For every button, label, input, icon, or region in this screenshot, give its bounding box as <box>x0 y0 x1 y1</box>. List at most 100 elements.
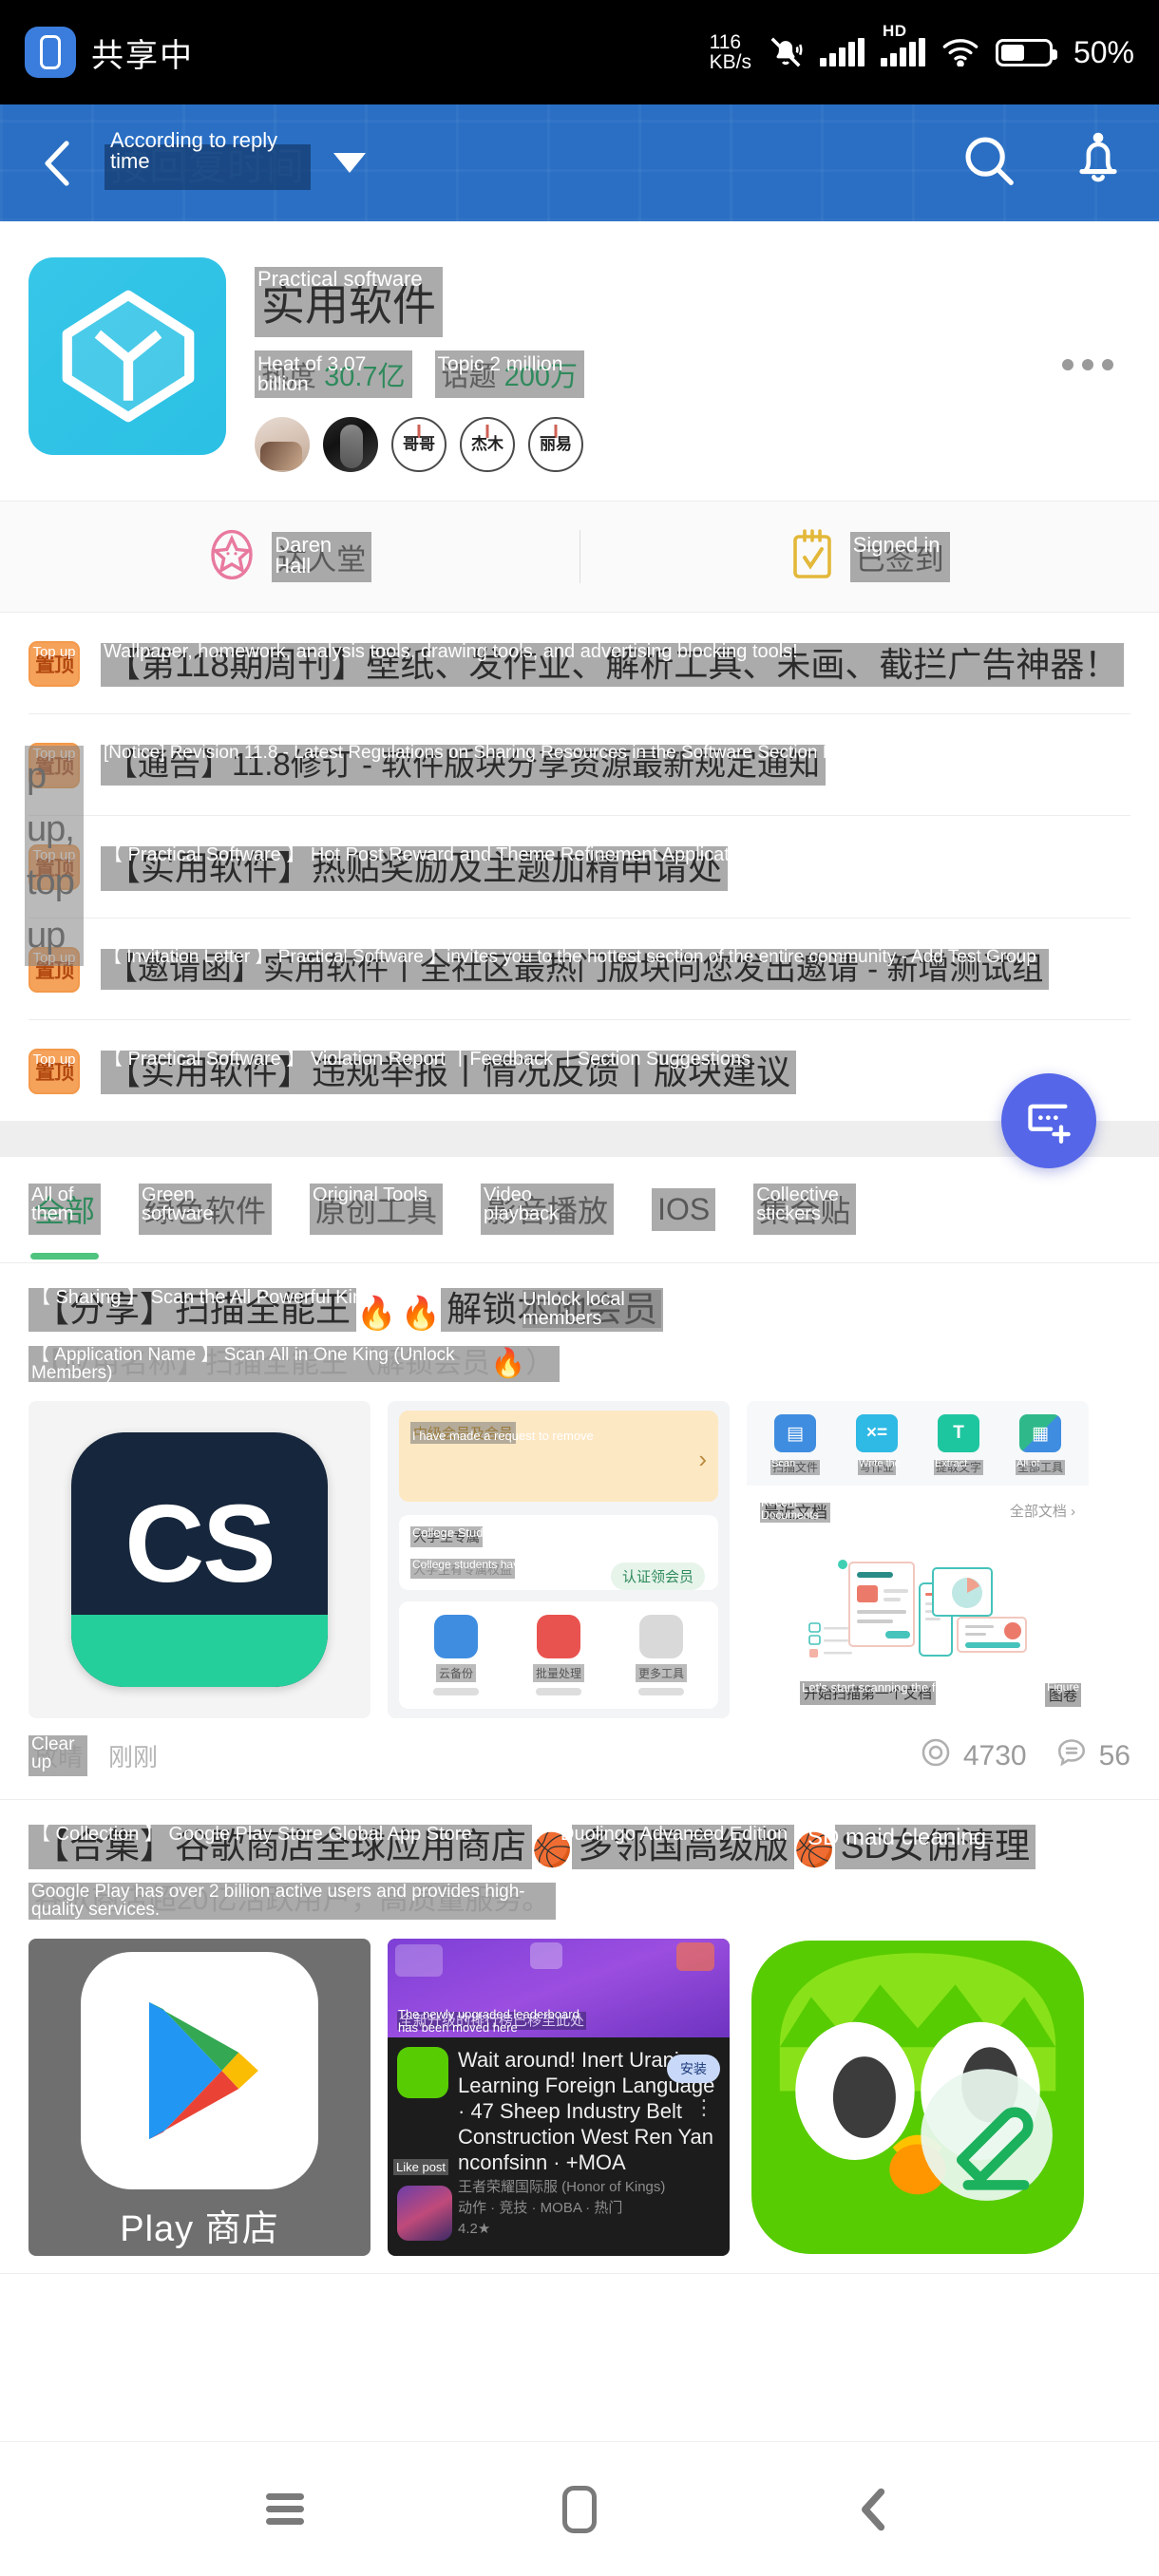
duolingo-app-icon-thumb[interactable] <box>747 1938 1089 2256</box>
quick-action-daren-hall[interactable]: 达人堂 Daren Hall <box>0 528 580 586</box>
tab-all-zh: 全部 <box>28 1184 102 1236</box>
tab-ios[interactable]: IOS <box>646 1187 721 1231</box>
network-speed: 116 KB/s <box>710 31 751 72</box>
kebab-menu-icon[interactable]: ⋮ <box>694 2096 714 2117</box>
forum-name: 实用软件 Practical software <box>255 267 443 337</box>
all-docs-link[interactable]: 全部文档 › <box>1010 1501 1075 1521</box>
student-row-en: College Student: <box>412 1525 504 1541</box>
app-item-title-zh: 王者荣耀国际服 (Honor of Kings) <box>458 2178 666 2195</box>
doc-tool-scan[interactable]: ▤ 扫描文件 Scan <box>754 1414 836 1476</box>
post-thumbnails: CS 中级会员及会员 I have made a request to remo… <box>28 1401 1130 1719</box>
eye-icon <box>920 1736 952 1776</box>
avatar[interactable]: 丽易 <box>528 417 583 472</box>
fire-emoji: 🔥 <box>400 1295 442 1332</box>
math-icon: ×= <box>856 1414 898 1453</box>
post1-sub-zh: 【应用名称】扫描全能王（解锁会员🔥） <box>28 1345 560 1383</box>
nav-recents[interactable] <box>242 2467 328 2552</box>
feature-cell[interactable]: 批量处理 <box>507 1615 610 1696</box>
fire-emoji: 🔥 <box>356 1295 397 1332</box>
feature-cell[interactable]: 云备份 <box>405 1615 507 1696</box>
hd-signal-icon: HD <box>880 22 925 66</box>
sort-selector[interactable]: 按回复时间 According to reply time <box>104 129 366 191</box>
post-comment-count: 56 <box>1055 1736 1130 1776</box>
avatar[interactable] <box>255 417 310 472</box>
sticky-post-row[interactable]: 置顶 Top up 【实用软件】热贴奖励及主题加精申请处 【 Practical… <box>28 816 1130 919</box>
play-store-label: Play 商店 <box>120 2208 279 2249</box>
duolingo-icon <box>397 2046 448 2098</box>
sticky-badge: 置顶 Top up <box>28 844 80 891</box>
text-icon: T <box>938 1414 979 1453</box>
avatar[interactable]: 杰木 <box>460 417 515 472</box>
search-icon[interactable] <box>960 131 1018 195</box>
back-chevron-icon[interactable] <box>34 136 84 191</box>
bell-icon[interactable] <box>1072 132 1125 194</box>
post-item[interactable]: 【分享】扫描全能王 🔥 🔥 解锁本地会员 【 Sharing 】 Scan the … <box>0 1262 1159 1801</box>
avatar[interactable]: 哥哥 <box>391 417 446 472</box>
start-scan-cta-en: Let's start scanning the fist document <box>802 1680 1006 1695</box>
nav-home[interactable] <box>537 2467 622 2552</box>
tab-video-playback[interactable]: 影音播放 Video playback <box>475 1184 619 1236</box>
sticky-post-row[interactable]: 置顶 Top up 【邀请函】实用软件丨全社区最热门版块向您发出邀请 - 新增测… <box>28 919 1130 1020</box>
avatar-seal-text: 杰木 <box>471 434 504 453</box>
nav-back[interactable] <box>831 2467 917 2552</box>
tab-collective-zh: 集合贴 <box>753 1184 857 1236</box>
sticky-post-row[interactable]: 置顶 Top up 【实用软件】违规举报丨情况反馈丨版块建议 【 Practic… <box>28 1020 1130 1121</box>
chevron-down-icon[interactable] <box>333 153 366 173</box>
sticky-post-title: 【邀请函】实用软件丨全社区最热门版块向您发出邀请 - 新增测试组 【 Invit… <box>101 947 1130 990</box>
forum-stats: 热度 30.7亿 Heat of 3.07 billion 话题 200万 To… <box>255 350 1062 398</box>
doc-tool-en: Write the <box>858 1458 901 1470</box>
sticky-title-zh: 【通告】11.8修订 - 软件版块分享资源最新规定通知 <box>101 745 826 786</box>
status-bar: 共享中 116 KB/s HD 50% <box>0 0 1159 104</box>
comment-count-value: 56 <box>1098 1739 1130 1771</box>
tab-all[interactable]: 全部 All of them <box>23 1184 106 1260</box>
google-play-store-icon-thumb[interactable]: Play 商店 <box>28 1938 370 2256</box>
heat-label: 热度 <box>261 362 325 392</box>
app-item-genre: 动作 · 竞技 · MOBA · 热门 <box>458 2199 623 2216</box>
scan-icon: ▤ <box>774 1414 816 1453</box>
tab-collective-stickers[interactable]: 集合贴 Collective stickers <box>748 1184 862 1236</box>
doc-tool-all[interactable]: ▦ 全部工具 All of <box>999 1414 1081 1476</box>
post-author[interactable]: 放晴 Clear up <box>28 1735 88 1777</box>
duolingo-owl-icon <box>751 1940 1084 2254</box>
like-post-label: Like post <box>393 2158 449 2175</box>
promo-banner: 中级会员及会员 I have made a request to remove … <box>399 1411 718 1503</box>
recent-docs-header: 最近文档 Recent Documents 全部文档 › <box>747 1486 1089 1524</box>
promo-banner-en: I have made a request to remove <box>412 1429 594 1444</box>
post-subtitle: 谷歌商店超20亿活跃用户，高质量服务。 Google Play has over… <box>28 1883 557 1920</box>
avatar-seal-text: 丽易 <box>540 434 572 453</box>
verify-member-pill[interactable]: 认证领会员 <box>610 1563 705 1591</box>
play-store-listing-screenshot-thumb[interactable]: 全新升级的排行榜已移至此处 The newly upgraded leaderb… <box>388 1938 730 2256</box>
sticky-post-row[interactable]: 置顶 Top up 【通告】11.8修订 - 软件版块分享资源最新规定通知 [N… <box>28 714 1130 817</box>
camscanner-home-screenshot-thumb[interactable]: 中级会员及会员 I have made a request to remove … <box>388 1401 730 1719</box>
calendar-check-icon <box>789 527 835 587</box>
feature-cell[interactable]: 更多工具 <box>610 1615 712 1696</box>
new-post-icon[interactable] <box>1001 1073 1096 1168</box>
sticky-title-zh: 【邀请函】实用软件丨全社区最热门版块向您发出邀请 - 新增测试组 <box>101 948 1050 990</box>
post2-title-part-b: 多邻国高级版 <box>578 1827 789 1866</box>
battery-icon <box>995 38 1057 66</box>
camscanner-app-icon-thumb[interactable]: CS <box>28 1401 370 1719</box>
doc-tool-extract[interactable]: T 提取文字 Extract <box>918 1414 999 1476</box>
doc-tool-write[interactable]: ×= 写作业 Write the <box>836 1414 918 1476</box>
camscanner-doc-scan-screenshot-thumb[interactable]: ▤ 扫描文件 Scan ×= 写作业 Write the T 提取文字 Extr… <box>747 1401 1089 1719</box>
app-list-item[interactable]: Wait around! Inert Uranium Learning Fore… <box>388 2037 730 2247</box>
grid-icon: ▦ <box>1019 1414 1061 1453</box>
forum-member-avatars: 哥哥 杰木 丽易 <box>255 417 1062 472</box>
tab-original-tools[interactable]: 原创工具 Original Tools <box>304 1184 448 1236</box>
post-item[interactable]: 【合集】谷歌商店全球应用商店 🏀 多邻国高级版 🏀 SD女佣清理 【 Collectio… <box>0 1800 1159 2274</box>
more-dots-icon[interactable] <box>1062 359 1130 370</box>
figure-badge-en: Figure <box>1046 1680 1079 1695</box>
android-nav-bar <box>0 2441 1159 2576</box>
post1-title-part-b: 解锁本地会员 <box>446 1289 658 1329</box>
wifi-icon <box>941 38 979 66</box>
sticky-post-title: 【第118期周刊】壁纸、发作业、解析工具、未画、截拦广告神器！ Wallpape… <box>101 641 1130 688</box>
tab-original-zh: 原创工具 <box>310 1184 444 1236</box>
post-subtitle: 【应用名称】扫描全能王（解锁会员🔥） 【 Application Name 】 … <box>28 1345 560 1383</box>
post2-title-part-a: 【合集】谷歌商店全球应用商店 <box>34 1827 526 1866</box>
tab-green-software[interactable]: 绿色软件 Green software <box>133 1184 277 1236</box>
install-button[interactable]: 安装 <box>667 2054 720 2083</box>
sticky-post-row[interactable]: 置顶 Top up 【第118期周刊】壁纸、发作业、解析工具、未画、截拦广告神器… <box>28 613 1130 715</box>
app-list-item[interactable]: 抖音 TikTok · People <box>388 2247 730 2256</box>
avatar[interactable] <box>323 417 378 472</box>
quick-action-signed-in[interactable]: 已签到 Signed in <box>580 527 1159 587</box>
